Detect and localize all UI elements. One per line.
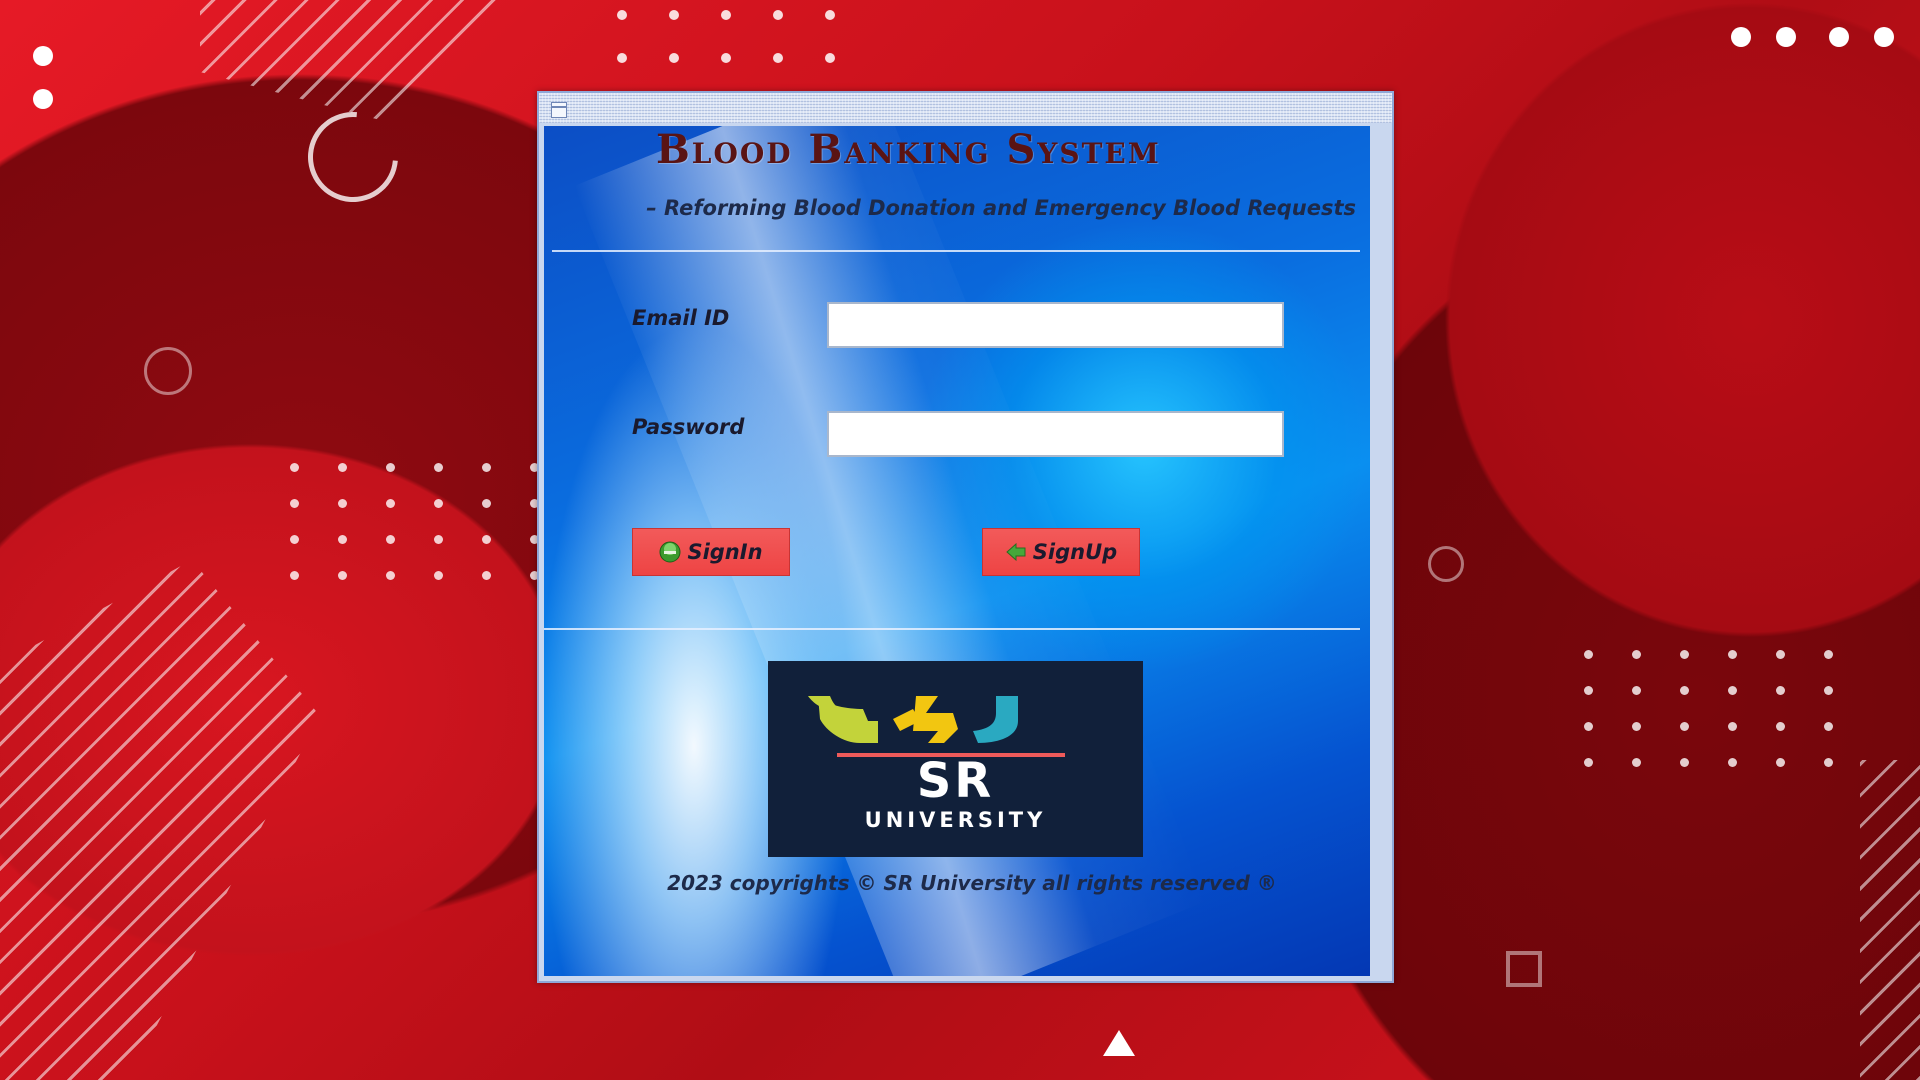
decor-dot xyxy=(1824,722,1833,731)
decor-dot xyxy=(1680,758,1689,767)
logo-text-sr: SR xyxy=(916,753,995,809)
decor-dot xyxy=(1776,722,1785,731)
decor-dot xyxy=(386,499,395,508)
decor-dot xyxy=(1824,686,1833,695)
decor-dot xyxy=(290,463,299,472)
decor-dot xyxy=(386,571,395,580)
decor-dot xyxy=(434,499,443,508)
decor-dot xyxy=(773,53,783,63)
decor-dot xyxy=(1632,758,1641,767)
decor-dot xyxy=(386,535,395,544)
signin-label: SignIn xyxy=(687,540,763,564)
decor-dot xyxy=(669,10,679,20)
decor-dot xyxy=(1680,650,1689,659)
decor-dot xyxy=(773,10,783,20)
email-label: Email ID xyxy=(632,306,730,330)
decor-ring xyxy=(1428,546,1464,582)
decor-dot xyxy=(825,10,835,20)
decor-dot xyxy=(386,463,395,472)
signup-button[interactable]: SignUp xyxy=(982,528,1140,576)
copyright-text: 2023 copyrights © SR University all righ… xyxy=(667,871,1277,895)
decor-dot xyxy=(1731,27,1751,47)
decor-dot xyxy=(1584,722,1593,731)
decor-dot xyxy=(1632,686,1641,695)
decor-dot xyxy=(1680,686,1689,695)
logo-text-university: UNIVERSITY xyxy=(864,808,1047,832)
decor-stripes xyxy=(1860,760,1920,1080)
decor-dot xyxy=(338,535,347,544)
decor-stripes xyxy=(200,0,500,120)
decor-dot xyxy=(617,10,627,20)
decor-dot xyxy=(482,571,491,580)
decor-stripes xyxy=(0,560,320,1080)
decor-dot xyxy=(338,571,347,580)
logo-mark xyxy=(808,696,1018,743)
footer-divider xyxy=(544,628,1360,630)
decor-dot xyxy=(1776,758,1785,767)
decor-dot xyxy=(1728,650,1737,659)
decor-dot xyxy=(1824,650,1833,659)
decor-dot xyxy=(1776,650,1785,659)
decor-dot xyxy=(1776,686,1785,695)
decor-dot xyxy=(434,535,443,544)
decor-dot xyxy=(669,53,679,63)
decor-dot xyxy=(338,463,347,472)
decor-dot xyxy=(1728,758,1737,767)
decor-dot xyxy=(434,571,443,580)
decor-dot xyxy=(482,463,491,472)
decor-dot xyxy=(33,89,53,109)
decor-dot xyxy=(1728,686,1737,695)
app-title: Blood Banking System xyxy=(656,126,1161,173)
signup-label: SignUp xyxy=(1032,540,1118,564)
decor-dot xyxy=(1680,722,1689,731)
decor-dot xyxy=(338,499,347,508)
decor-dot xyxy=(825,53,835,63)
decor-dot xyxy=(1829,27,1849,47)
decor-dot xyxy=(1584,650,1593,659)
decor-dot xyxy=(1584,758,1593,767)
decor-dot xyxy=(482,535,491,544)
decor-dot xyxy=(434,463,443,472)
decor-square xyxy=(1506,951,1542,987)
decor-ring xyxy=(144,347,192,395)
window-icon[interactable] xyxy=(551,102,567,118)
decor-dot xyxy=(1824,758,1833,767)
decor-dot xyxy=(1874,27,1894,47)
desktop-background: { "window": { "title": "", "icon": "wind… xyxy=(0,0,1920,1080)
header-divider xyxy=(552,250,1360,252)
green-circle-icon xyxy=(659,541,681,563)
decor-dot xyxy=(290,535,299,544)
decor-dot xyxy=(721,10,731,20)
decor-dot xyxy=(290,499,299,508)
decor-dot xyxy=(1632,722,1641,731)
email-field[interactable] xyxy=(827,302,1284,348)
decor-dot xyxy=(1584,686,1593,695)
password-field[interactable] xyxy=(827,411,1284,457)
login-panel: Blood Banking System – Reforming Blood D… xyxy=(544,126,1382,976)
decor-dot xyxy=(33,46,53,66)
decor-dot xyxy=(1776,27,1796,47)
decor-dot xyxy=(721,53,731,63)
login-window: Blood Banking System – Reforming Blood D… xyxy=(537,91,1394,983)
app-subtitle: – Reforming Blood Donation and Emergency… xyxy=(646,196,1356,220)
decor-triangle xyxy=(1103,1030,1135,1056)
decor-dot xyxy=(1728,722,1737,731)
decor-dot xyxy=(290,571,299,580)
signin-button[interactable]: SignIn xyxy=(632,528,790,576)
password-label: Password xyxy=(632,415,745,439)
green-arrow-left-icon xyxy=(1005,541,1027,563)
decor-dot xyxy=(1632,650,1641,659)
university-logo: SR UNIVERSITY xyxy=(768,661,1143,857)
decor-dot xyxy=(482,499,491,508)
decor-dot xyxy=(617,53,627,63)
window-titlebar[interactable] xyxy=(539,93,1392,123)
